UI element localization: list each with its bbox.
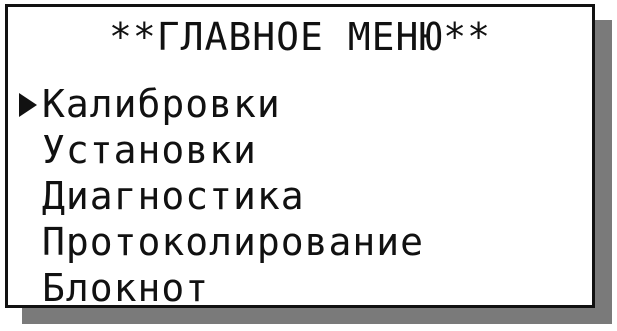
lcd-screen: **ГЛАВНОЕ МЕНЮ** Калибровки Установки Ди… <box>5 4 595 311</box>
menu-item-settings[interactable]: Установки <box>16 127 424 173</box>
menu-item-label: Протоколирование <box>42 220 425 264</box>
pointer-triangle-icon <box>19 93 37 117</box>
menu-item-label: Блокнот <box>42 266 210 310</box>
cursor-slot <box>16 181 42 211</box>
main-menu-title: **ГЛАВНОЕ МЕНЮ** <box>108 15 492 59</box>
menu-item-label: Диагностика <box>42 174 305 218</box>
cursor-slot <box>16 273 42 303</box>
main-menu: Калибровки Установки Диагностика Протоко… <box>16 81 424 311</box>
menu-item-logging[interactable]: Протоколирование <box>16 219 424 265</box>
cursor-slot <box>16 135 42 165</box>
menu-item-label: Калибровки <box>42 82 281 126</box>
cursor-slot <box>16 89 42 119</box>
cursor-slot <box>16 227 42 257</box>
menu-item-notepad[interactable]: Блокнот <box>16 265 424 311</box>
menu-item-label: Установки <box>42 128 257 172</box>
menu-item-diagnostics[interactable]: Диагностика <box>16 173 424 219</box>
menu-item-calibrations[interactable]: Калибровки <box>16 81 424 127</box>
